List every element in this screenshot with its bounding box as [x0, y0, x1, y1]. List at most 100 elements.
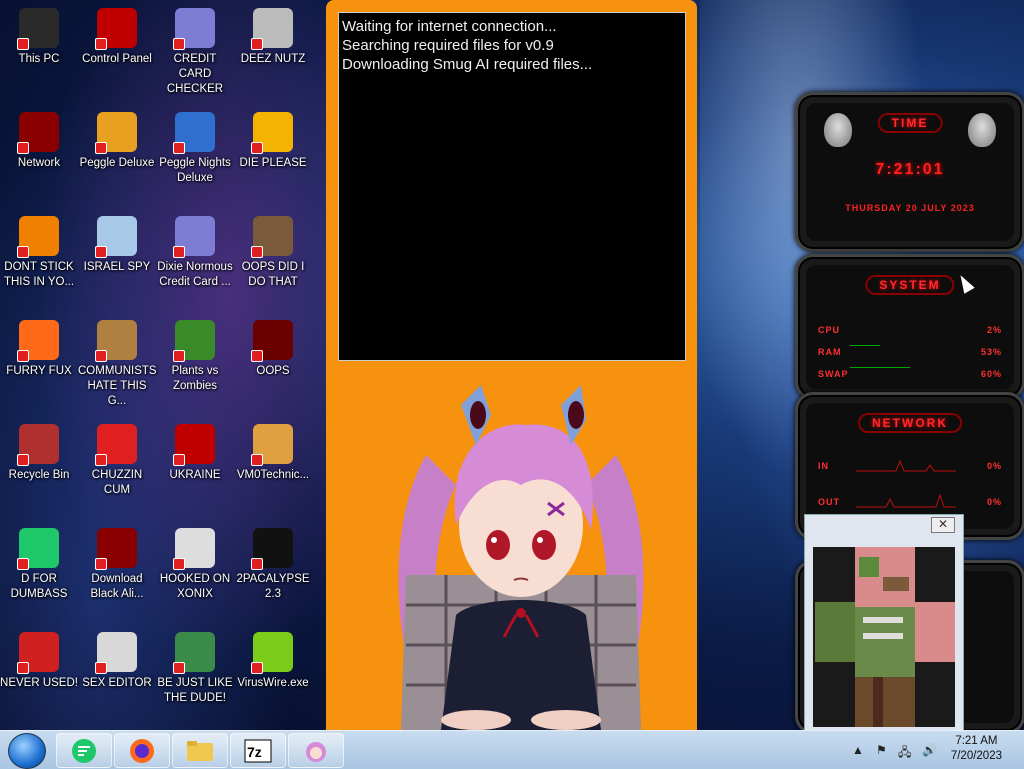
desktop-icon[interactable]: VirusWire.exe [234, 628, 312, 728]
desktop-icon[interactable]: NEVER USED! [0, 628, 78, 728]
row-value: 2% [986, 325, 1002, 335]
clock-date: 7/20/2023 [950, 750, 1002, 762]
desktop-icon-label: ISRAEL SPY [83, 261, 151, 273]
desktop-icon[interactable]: Peggle Nights Deluxe [156, 108, 234, 208]
alien-head-icon [968, 113, 996, 147]
shortcut-arrow-icon [17, 350, 29, 362]
start-button[interactable] [8, 733, 46, 769]
desktop-icon[interactable]: 2PACALYPSE 2.3 [234, 524, 312, 624]
anime-character [398, 385, 644, 730]
desktop-icon[interactable]: OOPS [234, 316, 312, 416]
desktop-icon[interactable]: Dixie Normous Credit Card ... [156, 212, 234, 312]
desktop-icon[interactable]: FURRY FUX [0, 316, 78, 416]
system-clock[interactable]: 7:21 AM 7/20/2023 [951, 734, 1002, 764]
desktop-icon[interactable]: HOOKED ON XONIX [156, 524, 234, 624]
row-value: 60% [980, 369, 1002, 379]
control-panel-icon [95, 8, 137, 50]
console-line: Waiting for internet connection... [342, 18, 557, 35]
shortcut-arrow-icon [251, 142, 263, 154]
credit-card-icon [173, 216, 215, 258]
terminal-icon [251, 528, 293, 570]
widget-title: TIME [877, 113, 943, 133]
smug-ai-window[interactable]: Waiting for internet connection... Searc… [326, 0, 697, 730]
desktop-icon[interactable]: This PC [0, 4, 78, 104]
row-value: 0% [986, 497, 1002, 507]
desktop-icon-label: NEVER USED! [0, 677, 78, 689]
taskbar-file-explorer[interactable] [172, 733, 228, 768]
taskbar-chat-app[interactable] [56, 733, 112, 768]
vlc-cone-icon [17, 216, 59, 258]
close-button[interactable]: ✕ [931, 517, 955, 533]
row-label: OUT [818, 497, 840, 507]
shortcut-arrow-icon [251, 662, 263, 674]
desktop-icon[interactable]: DEEZ NUTZ [234, 4, 312, 104]
desktop-icon-label: Recycle Bin [8, 469, 70, 481]
console-line: Searching required files for v0.9 [342, 37, 554, 54]
desktop-icon-label: Peggle Nights Deluxe [159, 157, 231, 184]
desktop-icon-label: Peggle Deluxe [79, 157, 155, 169]
desktop-icon-label: Network [17, 157, 61, 169]
shortcut-arrow-icon [173, 558, 185, 570]
desktop-icon[interactable]: OOPS DID I DO THAT [234, 212, 312, 312]
chat-bubble-icon [17, 528, 59, 570]
desktop-icon-label: SEX EDITOR [82, 677, 152, 689]
row-label: SWAP [818, 369, 849, 379]
shortcut-arrow-icon [17, 454, 29, 466]
desktop-icon[interactable]: CHUZZIN CUM [78, 420, 156, 520]
shortcut-arrow-icon [95, 662, 107, 674]
desktop-icon-label: FURRY FUX [6, 365, 72, 377]
desktop-icon[interactable]: ISRAEL SPY [78, 212, 156, 312]
desktop-icon[interactable]: UKRAINE [156, 420, 234, 520]
shortcut-arrow-icon [173, 246, 185, 258]
zombie-pigman-image [813, 547, 955, 727]
shortcut-arrow-icon [251, 246, 263, 258]
row-value: 53% [980, 347, 1002, 357]
shortcut-arrow-icon [173, 454, 185, 466]
red-book-icon [251, 320, 293, 362]
widget-title: NETWORK [858, 413, 962, 433]
desktop-icon[interactable]: BE JUST LIKE THE DUDE! [156, 628, 234, 728]
portrait-icon [251, 216, 293, 258]
desktop-icon[interactable]: Network [0, 108, 78, 208]
taskbar-firefox[interactable] [114, 733, 170, 768]
row-label: IN [818, 461, 829, 471]
skin-preview-window[interactable]: ✕ [804, 514, 964, 732]
shortcut-arrow-icon [251, 558, 263, 570]
desktop-icon[interactable]: Recycle Bin [0, 420, 78, 520]
desktop-icon-label: VM0Technic... [236, 469, 310, 481]
shortcut-arrow-icon [173, 350, 185, 362]
desktop-icon[interactable]: CREDIT CARD CHECKER [156, 4, 234, 104]
remote-desktop-icon [95, 216, 137, 258]
desktop-icon[interactable]: DIE PLEASE [234, 108, 312, 208]
desktop-icon[interactable]: Download Black Ali... [78, 524, 156, 624]
taskbar: 7z ▲ ⚑ 🖧 🔊 7:21 AM 7/20/2023 [0, 730, 1024, 769]
desktop-icon-label: OOPS DID I DO THAT [241, 261, 305, 288]
shortcut-arrow-icon [173, 662, 185, 674]
firefox-icon [17, 320, 59, 362]
taskbar-7zip[interactable]: 7z [230, 733, 286, 768]
volume-icon[interactable]: 🔊 [922, 743, 937, 757]
taskbar-smug-ai[interactable] [288, 733, 344, 768]
desktop-icon[interactable]: Control Panel [78, 4, 156, 104]
action-center-flag-icon[interactable]: ⚑ [876, 743, 887, 757]
desktop-icon[interactable]: COMMUNISTS HATE THIS G... [78, 316, 157, 416]
xonix-icon [173, 528, 215, 570]
desktop-icon[interactable]: D FOR DUMBASS [0, 524, 78, 624]
desktop-icon[interactable]: Plants vs Zombies [156, 316, 234, 416]
network-icon[interactable]: 🖧 [898, 743, 911, 764]
desktop-icon[interactable]: SEX EDITOR [78, 628, 156, 728]
show-hidden-icons[interactable]: ▲ [852, 743, 864, 757]
desktop-icon-label: Plants vs Zombies [171, 365, 219, 392]
ram-row: RAM 53% [818, 347, 1002, 357]
row-label: RAM [818, 347, 842, 357]
computer-icon [17, 8, 59, 50]
desktop-icon[interactable]: DONT STICK THIS IN YO... [0, 212, 78, 312]
desktop-icon[interactable]: VM0Technic... [234, 420, 312, 520]
shortcut-arrow-icon [95, 350, 107, 362]
desktop-icon[interactable]: Peggle Deluxe [78, 108, 156, 208]
shortcut-arrow-icon [17, 558, 29, 570]
desktop-icon-label: Control Panel [82, 53, 152, 65]
desktop-icon-label: Dixie Normous Credit Card ... [157, 261, 233, 288]
shortcut-arrow-icon [173, 142, 185, 154]
row-value: 0% [986, 461, 1002, 471]
